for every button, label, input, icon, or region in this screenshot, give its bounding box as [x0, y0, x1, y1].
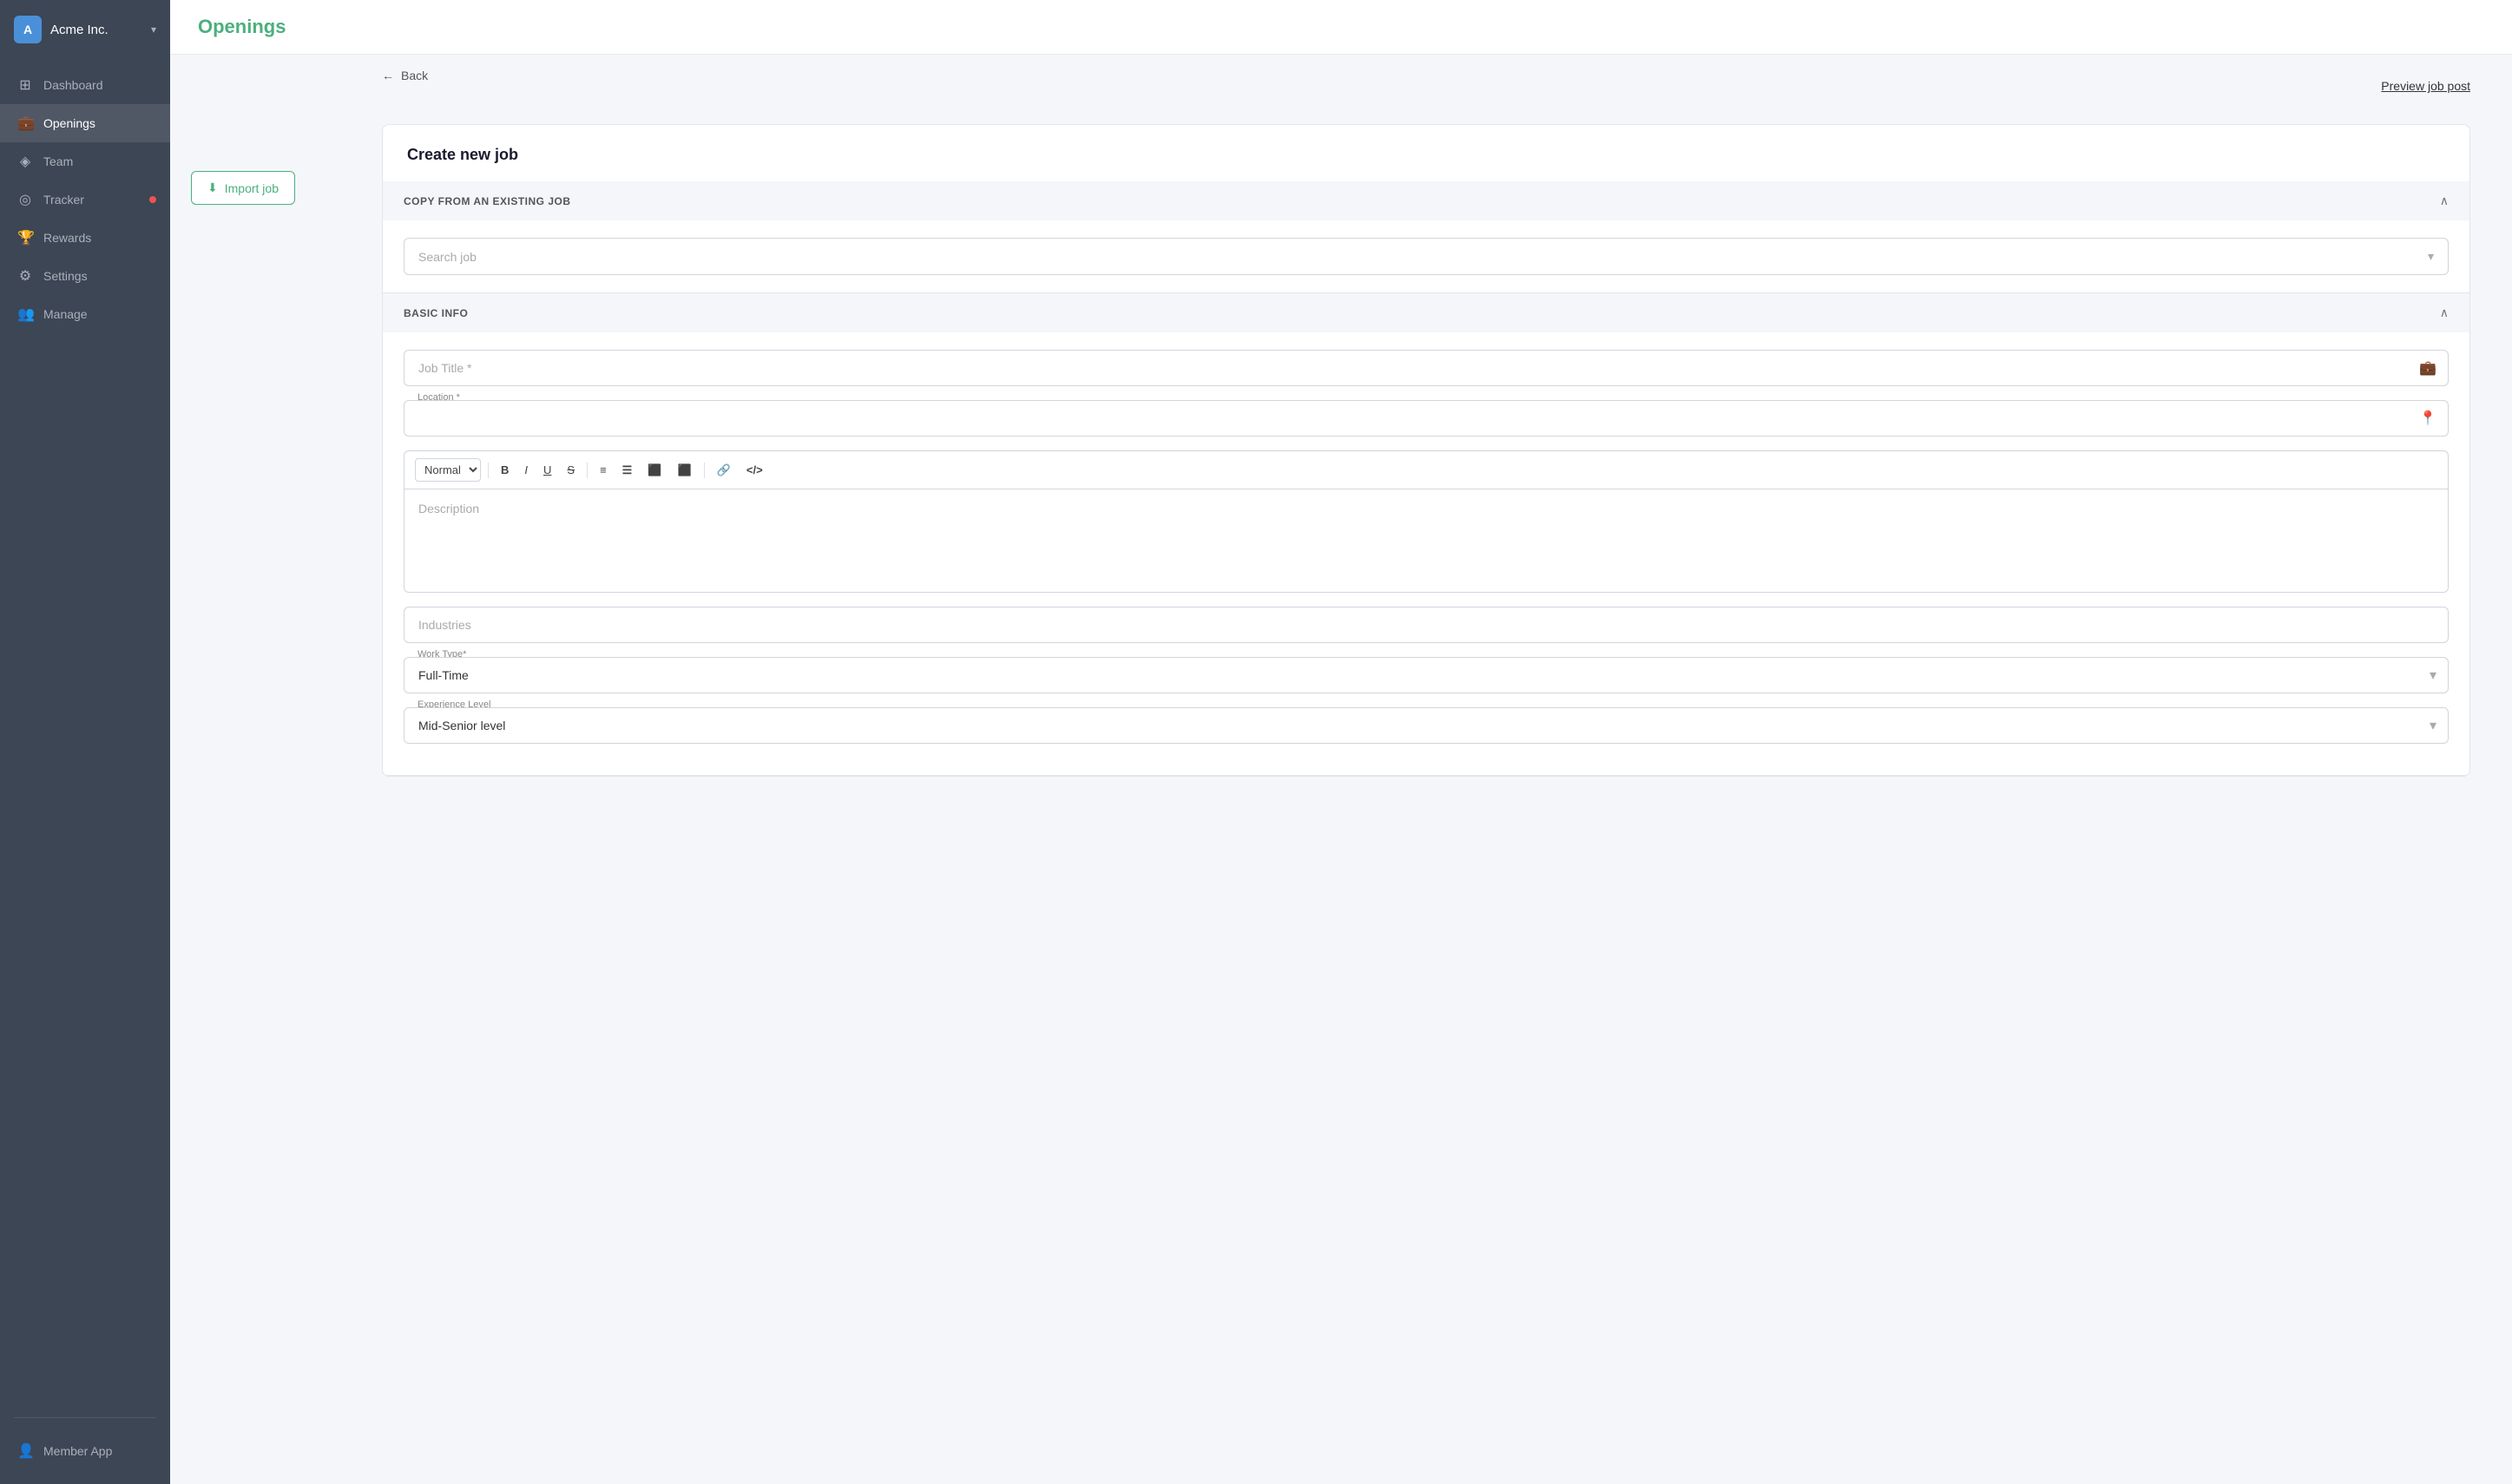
left-nav-job-requirements[interactable] [191, 102, 340, 119]
form-title: Create new job [383, 125, 2469, 181]
editor-toolbar: Normal B I U S ≡ ☰ ⬛ ⬛ [404, 450, 2449, 489]
search-job-placeholder: Search job [418, 250, 477, 264]
code-button[interactable]: </> [741, 461, 768, 479]
bold-button[interactable]: B [496, 461, 514, 479]
sidebar-bottom: 👤 Member App [0, 1425, 170, 1484]
tracker-icon: ◎ [17, 191, 33, 208]
company-header[interactable]: A Acme Inc. ▾ [0, 0, 170, 59]
basic-info-chevron-up-icon: ∧ [2440, 305, 2449, 320]
dropdown-chevron-icon: ▾ [2428, 249, 2434, 264]
sidebar-nav: ⊞ Dashboard 💼 Openings ◈ Team ◎ Tracker … [0, 59, 170, 1410]
tracker-dot [149, 196, 156, 203]
sidebar-item-settings[interactable]: ⚙ Settings [0, 257, 170, 295]
ordered-list-button[interactable]: ≡ [595, 461, 612, 479]
copy-section-label: COPY FROM AN EXISTING JOB [404, 195, 571, 207]
rewards-icon: 🏆 [17, 229, 33, 246]
align-left-button[interactable]: ⬛ [642, 461, 667, 479]
form-area: ← Back Preview job post Create new job C… [361, 55, 2512, 1484]
back-link[interactable]: ← Back [382, 69, 428, 82]
company-name: Acme Inc. [50, 23, 142, 37]
sidebar-item-label: Rewards [43, 231, 91, 245]
location-input[interactable]: USA [404, 400, 2449, 437]
sidebar-item-team[interactable]: ◈ Team [0, 142, 170, 181]
basic-info-section-body: 💼 Location * USA 📍 N [383, 332, 2469, 776]
experience-level-group: Experience Level Entry level Mid-Senior … [404, 707, 2449, 744]
sidebar-item-rewards[interactable]: 🏆 Rewards [0, 219, 170, 257]
sidebar-divider [14, 1417, 156, 1418]
description-group: Normal B I U S ≡ ☰ ⬛ ⬛ [404, 450, 2449, 593]
arrow-left-icon: ← [382, 69, 394, 82]
work-type-select[interactable]: Full-Time Part-Time Contract Internship … [404, 657, 2449, 693]
import-icon: ⬇ [207, 181, 218, 195]
toolbar-separator-3 [704, 463, 705, 478]
manage-icon: 👥 [17, 305, 33, 323]
location-group: Location * USA 📍 [404, 400, 2449, 437]
job-title-group: 💼 [404, 350, 2449, 386]
company-logo: A [14, 16, 42, 43]
industries-input[interactable] [404, 607, 2449, 643]
team-icon: ◈ [17, 153, 33, 170]
create-job-form: Create new job COPY FROM AN EXISTING JOB… [382, 124, 2470, 777]
underline-button[interactable]: U [538, 461, 556, 479]
sidebar-item-manage[interactable]: 👥 Manage [0, 295, 170, 333]
copy-section-header[interactable]: COPY FROM AN EXISTING JOB ∧ [383, 181, 2469, 220]
left-nav-job-post-settings[interactable] [191, 121, 340, 138]
location-input-wrap: USA 📍 [404, 400, 2449, 437]
location-pin-icon: 📍 [2419, 410, 2436, 427]
copy-section-body: Search job ▾ [383, 220, 2469, 293]
basic-info-section-header[interactable]: BASIC INFO ∧ [383, 293, 2469, 332]
search-job-dropdown[interactable]: Search job ▾ [404, 238, 2449, 275]
sidebar-item-label: Manage [43, 307, 88, 321]
sidebar-item-member-app[interactable]: 👤 Member App [0, 1432, 170, 1470]
text-style-select[interactable]: Normal [415, 458, 481, 482]
sidebar-item-label: Dashboard [43, 78, 103, 92]
italic-button[interactable]: I [519, 461, 533, 479]
strikethrough-button[interactable]: S [562, 461, 580, 479]
sidebar-item-label: Tracker [43, 193, 84, 207]
main-content: Openings ⬇ Import job ← Back Preview job… [170, 0, 2512, 1484]
sidebar-item-label: Openings [43, 116, 95, 130]
toolbar-separator [488, 463, 489, 478]
preview-job-post-link[interactable]: Preview job post [2381, 79, 2470, 93]
briefcase-icon: 💼 [2419, 359, 2436, 377]
basic-info-section-label: BASIC INFO [404, 307, 468, 319]
job-title-input[interactable] [404, 350, 2449, 386]
import-job-button[interactable]: ⬇ Import job [191, 171, 295, 205]
back-row: ← Back Preview job post [382, 69, 2470, 103]
description-placeholder: Description [418, 502, 479, 515]
content-area: ⬇ Import job ← Back Preview job post Cre… [170, 55, 2512, 1484]
left-nav-basic-info[interactable] [191, 82, 340, 100]
work-type-group: Work Type* Full-Time Part-Time Contract … [404, 657, 2449, 693]
back-label: Back [401, 69, 428, 82]
sidebar: A Acme Inc. ▾ ⊞ Dashboard 💼 Openings ◈ T… [0, 0, 170, 1484]
copy-section-chevron-up-icon: ∧ [2440, 194, 2449, 208]
sidebar-item-openings[interactable]: 💼 Openings [0, 104, 170, 142]
experience-level-select-wrap: Entry level Mid-Senior level Director Ex… [404, 707, 2449, 744]
member-app-icon: 👤 [17, 1442, 33, 1460]
sidebar-item-label: Member App [43, 1444, 112, 1458]
sidebar-item-tracker[interactable]: ◎ Tracker [0, 181, 170, 219]
toolbar-separator-2 [587, 463, 588, 478]
description-editor[interactable]: Description [404, 489, 2449, 593]
align-right-button[interactable]: ⬛ [673, 461, 697, 479]
topbar: Openings [170, 0, 2512, 55]
page-title: Openings [198, 16, 286, 37]
sidebar-item-label: Settings [43, 269, 88, 283]
dashboard-icon: ⊞ [17, 76, 33, 94]
openings-icon: 💼 [17, 115, 33, 132]
left-nav-referral-reward[interactable] [191, 140, 340, 157]
unordered-list-button[interactable]: ☰ [617, 461, 638, 479]
link-button[interactable]: 🔗 [712, 461, 736, 479]
experience-level-select[interactable]: Entry level Mid-Senior level Director Ex… [404, 707, 2449, 744]
chevron-down-icon: ▾ [151, 23, 156, 36]
settings-icon: ⚙ [17, 267, 33, 285]
work-type-select-wrap: Full-Time Part-Time Contract Internship … [404, 657, 2449, 693]
sidebar-item-label: Team [43, 154, 73, 168]
industries-group [404, 607, 2449, 643]
left-nav: ⬇ Import job [170, 55, 361, 1484]
sidebar-item-dashboard[interactable]: ⊞ Dashboard [0, 66, 170, 104]
